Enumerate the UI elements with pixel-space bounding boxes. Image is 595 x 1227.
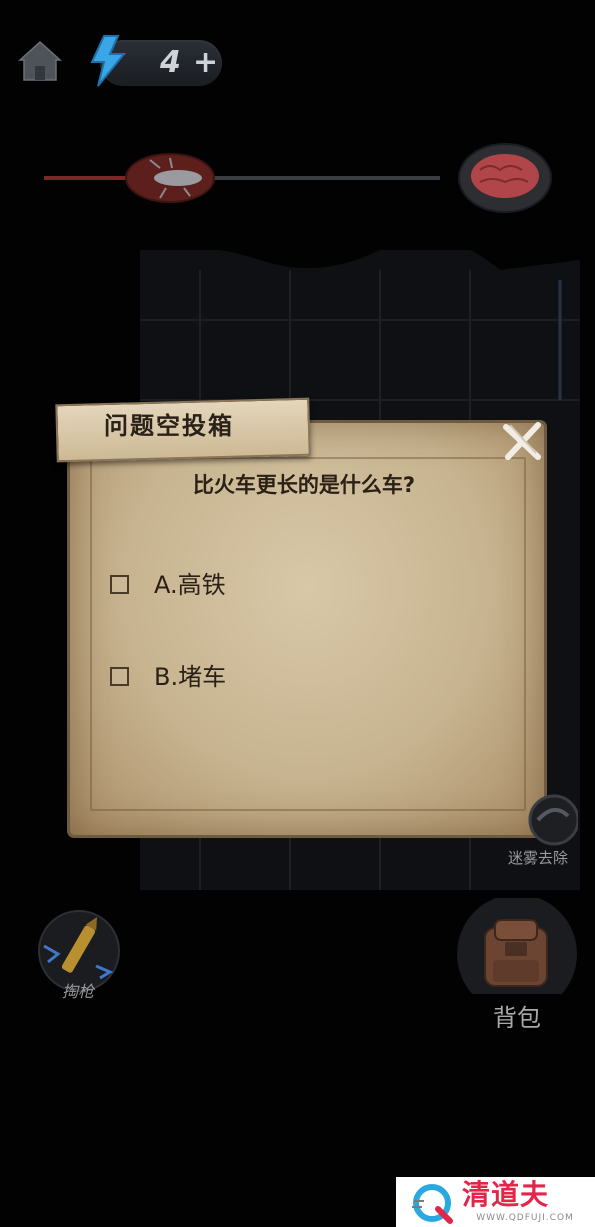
home-icon: [18, 40, 62, 81]
dialog-title: 问题空投箱: [104, 412, 234, 440]
watermark-url: WWW.QDFUJI.COM: [476, 1213, 574, 1223]
add-energy-button[interactable]: +: [193, 44, 219, 82]
backpack-icon: [457, 894, 577, 1014]
draw-gun-label: 掏枪: [61, 982, 94, 1001]
question-text: 比火车更长的是什么车?: [192, 473, 416, 497]
option-a-label: A.高铁: [154, 571, 226, 599]
backpack-button[interactable]: [455, 894, 577, 1014]
option-a[interactable]: A.高铁: [110, 565, 410, 605]
mist-icon: [528, 794, 580, 846]
option-b[interactable]: B.堵车: [110, 657, 410, 697]
panel-border: [90, 457, 526, 811]
progress-track: [44, 143, 552, 213]
question-dialog: 问题空投箱 比火车更长的是什么车? A.高铁 B.堵车: [52, 395, 554, 845]
brain-on-spoon-icon: [458, 143, 552, 213]
close-icon: [503, 422, 541, 460]
brand-logo: [412, 1184, 453, 1224]
backpack-label: 背包: [493, 1004, 541, 1032]
option-a-checkbox[interactable]: [110, 575, 129, 594]
lightning-icon: [84, 34, 130, 88]
option-b-label: B.堵车: [154, 663, 227, 691]
mist-removal-label: 迷雾去除: [507, 849, 568, 867]
bug-on-spoon-icon: [125, 153, 215, 203]
close-button[interactable]: [500, 419, 544, 463]
game-screen: 4 + 问题空投箱 比火车更长的是什么车? A.高铁 B.堵车 迷雾去除 掏枪 …: [0, 0, 595, 1227]
home-button[interactable]: [16, 38, 64, 84]
watermark-brand: 清道夫: [462, 1178, 550, 1211]
option-b-checkbox[interactable]: [110, 667, 129, 686]
watermark: 清道夫 WWW.QDFUJI.COM: [396, 1177, 595, 1227]
energy-count: 4: [160, 45, 181, 80]
